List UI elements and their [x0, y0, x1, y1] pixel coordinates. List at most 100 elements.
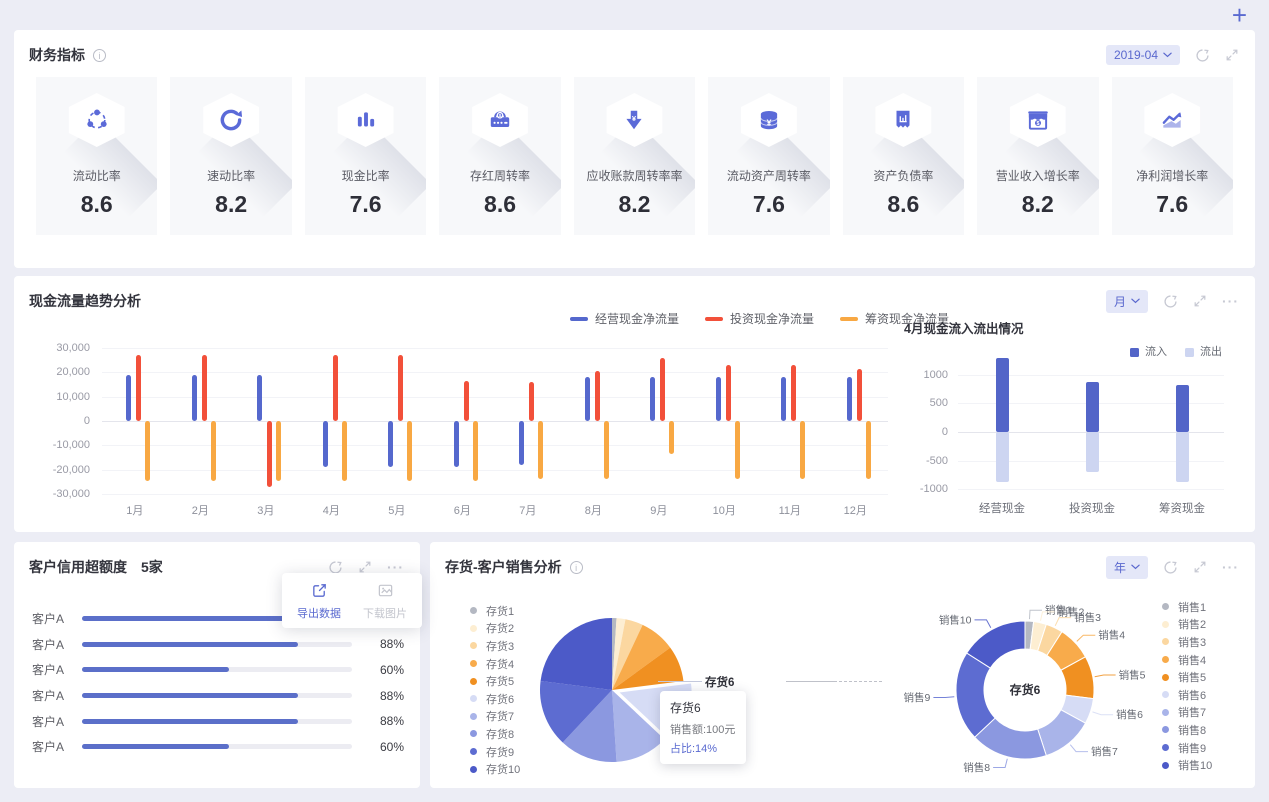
legend-item-存货2[interactable]: 存货2: [470, 620, 520, 638]
refresh-icon[interactable]: [1163, 294, 1178, 309]
legend-item-存货3[interactable]: 存货3: [470, 637, 520, 655]
bar-track[interactable]: [82, 718, 352, 724]
bar-经营现金净流量[interactable]: [453, 421, 459, 468]
bar-投资现金净流量[interactable]: [791, 365, 797, 421]
export-data-button[interactable]: 导出数据: [292, 582, 346, 621]
bar-投资现金净流量[interactable]: [267, 421, 273, 487]
metric-label: 速动比率: [207, 169, 256, 183]
legend-item-销售6[interactable]: 销售6: [1162, 686, 1212, 704]
legend-item-销售4[interactable]: 销售4: [1162, 651, 1212, 669]
bar-经营现金净流量[interactable]: [257, 374, 263, 421]
bar-流出[interactable]: [1175, 432, 1189, 483]
bar-经营现金净流量[interactable]: [650, 377, 656, 421]
granularity-dropdown[interactable]: 月: [1105, 289, 1148, 313]
legend-item-销售2[interactable]: 销售2: [1162, 616, 1212, 634]
bar-投资现金净流量[interactable]: [332, 355, 338, 421]
bar-筹资现金净流量[interactable]: [145, 421, 151, 481]
bar-投资现金净流量[interactable]: [660, 357, 666, 421]
legend-item-存货10[interactable]: 存货10: [470, 760, 520, 778]
legend-item-存货5[interactable]: 存货5: [470, 672, 520, 690]
legend-item-销售9[interactable]: 销售9: [1162, 739, 1212, 757]
legend-item-销售8[interactable]: 销售8: [1162, 721, 1212, 739]
bar-经营现金净流量[interactable]: [126, 374, 132, 421]
credit-title: 客户信用超额度: [29, 559, 127, 575]
more-icon[interactable]: ···: [1222, 560, 1239, 574]
expand-icon[interactable]: [358, 560, 372, 574]
legend-item[interactable]: 投资现金净流量: [705, 310, 814, 327]
expand-icon[interactable]: [1225, 48, 1239, 62]
bar-投资现金净流量[interactable]: [856, 368, 862, 421]
sales-donut-chart[interactable]: 销售1销售2销售3销售4销售5销售6销售7销售8销售9销售10存货6: [892, 588, 1164, 784]
bar-经营现金净流量[interactable]: [388, 421, 394, 468]
bar-投资现金净流量[interactable]: [594, 371, 600, 421]
more-icon[interactable]: ···: [1222, 294, 1239, 308]
bar-投资现金净流量[interactable]: [529, 382, 535, 421]
bar-流出[interactable]: [995, 432, 1009, 482]
gridline: [102, 372, 888, 374]
period-dropdown[interactable]: 2019-04: [1105, 45, 1180, 65]
bar-筹资现金净流量[interactable]: [210, 421, 216, 481]
legend-item-存货6[interactable]: 存货6: [470, 690, 520, 708]
bar-经营现金净流量[interactable]: [322, 421, 328, 468]
legend-item-存货9[interactable]: 存货9: [470, 743, 520, 761]
bar-经营现金净流量[interactable]: [584, 377, 590, 421]
info-icon[interactable]: i: [93, 48, 106, 62]
download-image-button[interactable]: 下载图片: [358, 582, 412, 621]
bar-投资现金净流量[interactable]: [201, 355, 207, 421]
legend-item[interactable]: 经营现金净流量: [570, 310, 679, 327]
legend-item-销售10[interactable]: 销售10: [1162, 756, 1212, 774]
legend-item-存货8[interactable]: 存货8: [470, 725, 520, 743]
share-nodes-icon: [68, 93, 125, 147]
bar-流入[interactable]: [995, 357, 1009, 432]
bar-筹资现金净流量[interactable]: [276, 421, 282, 481]
bar-投资现金净流量[interactable]: [725, 365, 731, 421]
bar-筹资现金净流量[interactable]: [734, 421, 740, 480]
bar-经营现金净流量[interactable]: [846, 377, 852, 421]
bar-经营现金净流量[interactable]: [519, 421, 525, 465]
inflow-outflow-bar-chart[interactable]: [958, 352, 1224, 492]
year-dropdown[interactable]: 年: [1105, 555, 1148, 579]
bar-筹资现金净流量[interactable]: [669, 421, 675, 454]
refresh-icon[interactable]: [1163, 560, 1178, 575]
legend-item-存货4[interactable]: 存货4: [470, 655, 520, 673]
bar-track[interactable]: [82, 667, 352, 673]
legend-item-销售5[interactable]: 销售5: [1162, 668, 1212, 686]
bar-track[interactable]: [82, 693, 352, 699]
x-tick-label: 2月: [191, 505, 209, 517]
bar-流出[interactable]: [1085, 432, 1099, 472]
bar-流入[interactable]: [1175, 384, 1189, 432]
refresh-icon[interactable]: [1195, 48, 1210, 63]
bar-筹资现金净流量[interactable]: [538, 421, 544, 480]
bar-投资现金净流量[interactable]: [463, 380, 469, 421]
bar-投资现金净流量[interactable]: [136, 355, 142, 421]
legend-label: 销售5: [1178, 672, 1207, 685]
legend-item-销售1[interactable]: 销售1: [1162, 598, 1212, 616]
legend-item-销售3[interactable]: 销售3: [1162, 633, 1212, 651]
metric-card: 现金比率 7.6: [304, 77, 427, 235]
bar-筹资现金净流量[interactable]: [407, 421, 413, 481]
bar-经营现金净流量[interactable]: [191, 374, 197, 421]
bar-投资现金净流量[interactable]: [398, 355, 404, 421]
info-icon[interactable]: i: [569, 560, 583, 574]
bar-筹资现金净流量[interactable]: [865, 421, 871, 480]
cashflow-bar-chart[interactable]: [102, 348, 888, 495]
bar-筹资现金净流量[interactable]: [472, 421, 478, 481]
pie-slice-存货10[interactable]: [540, 618, 612, 690]
legend-label: 销售1: [1178, 601, 1207, 614]
bar-筹资现金净流量[interactable]: [603, 421, 609, 480]
bar-流入[interactable]: [1085, 381, 1099, 432]
add-widget-button[interactable]: +: [1232, 1, 1247, 29]
bar-经营现金净流量[interactable]: [781, 377, 787, 421]
legend-item-销售7[interactable]: 销售7: [1162, 704, 1212, 722]
bar-经营现金净流量[interactable]: [715, 377, 721, 421]
expand-icon[interactable]: [1193, 560, 1207, 574]
bar-筹资现金净流量[interactable]: [800, 421, 806, 480]
pie-donut-connector: [786, 681, 882, 682]
legend-item-存货1[interactable]: 存货1: [470, 602, 520, 620]
bar-track[interactable]: [82, 744, 352, 750]
expand-icon[interactable]: [1193, 294, 1207, 308]
bar-筹资现金净流量[interactable]: [341, 421, 347, 481]
more-icon[interactable]: ···: [387, 560, 404, 574]
legend-item-存货7[interactable]: 存货7: [470, 708, 520, 726]
bar-track[interactable]: [82, 641, 352, 647]
